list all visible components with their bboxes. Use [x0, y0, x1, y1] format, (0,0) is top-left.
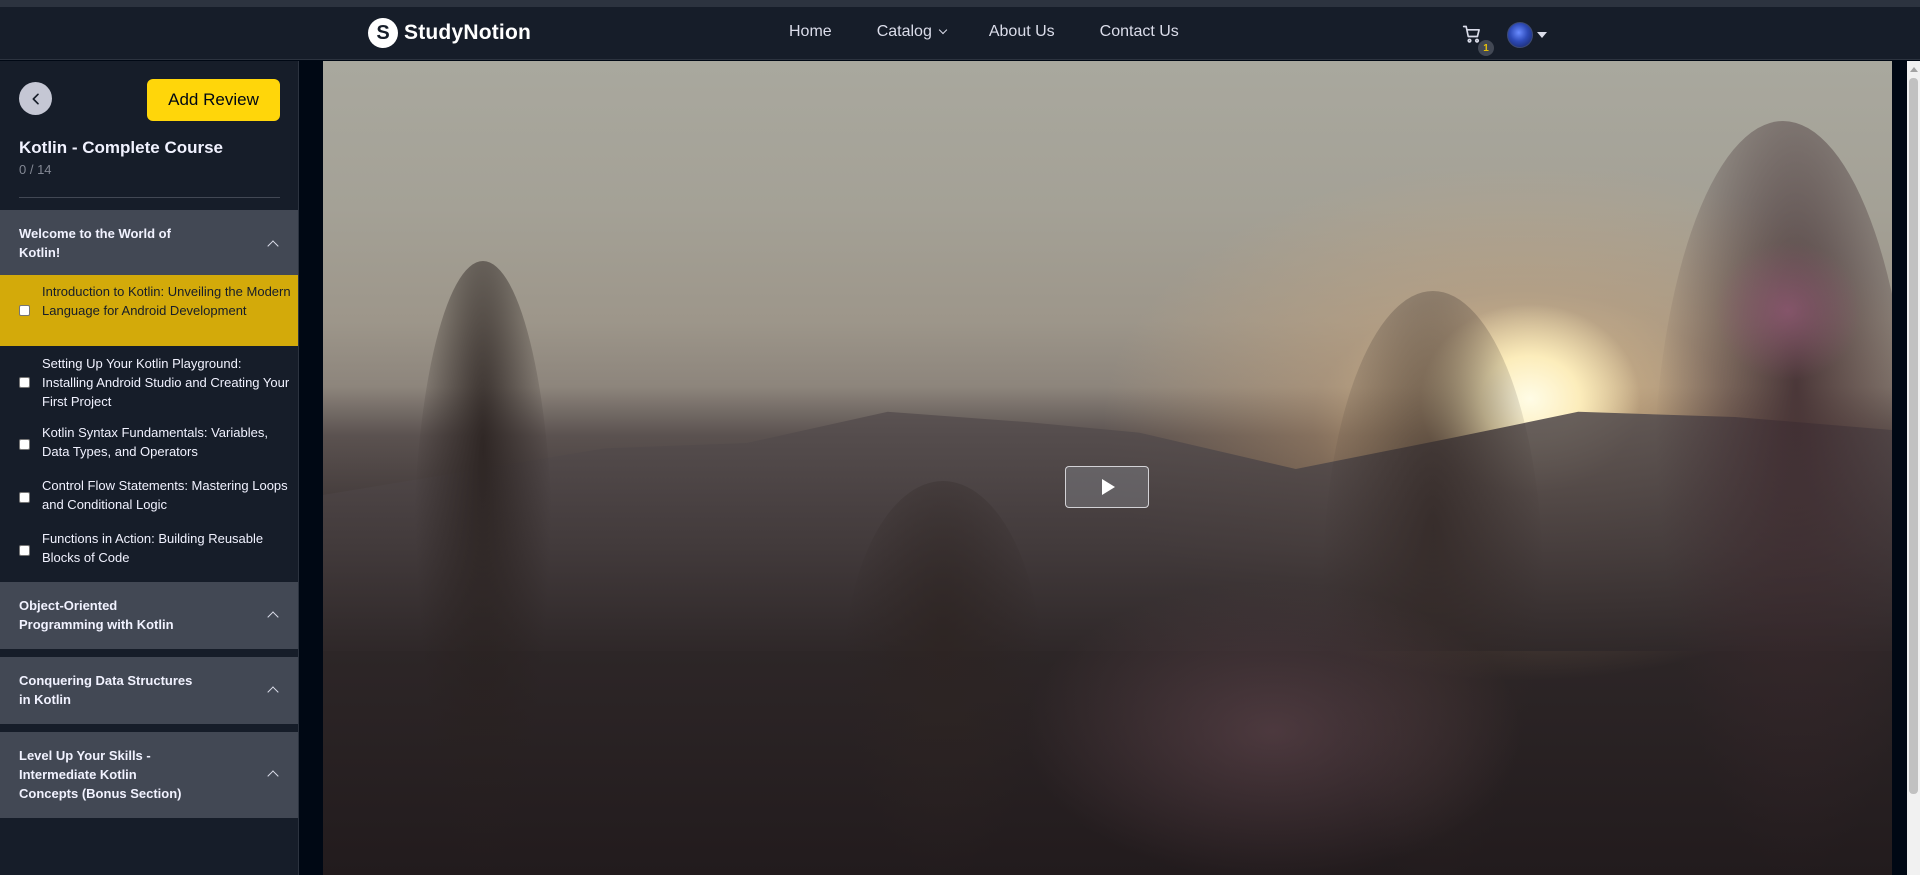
caret-down-icon [1537, 32, 1547, 38]
section-header[interactable]: Object-Oriented Programming with Kotlin [0, 582, 298, 649]
video-frame-plant [413, 261, 553, 875]
lecture-checkbox[interactable] [19, 305, 30, 316]
lecture-item[interactable]: Setting Up Your Kotlin Playground: Insta… [0, 346, 298, 417]
scroll-thumb[interactable] [1909, 78, 1918, 794]
video-frame-flowers [1713, 241, 1863, 381]
chevron-up-icon [267, 611, 279, 623]
course-progress: 0 / 14 [19, 162, 52, 177]
section-title: Object-Oriented Programming with Kotlin [19, 598, 174, 632]
nav-contact[interactable]: Contact Us [1100, 23, 1179, 41]
logo[interactable]: S StudyNotion [368, 17, 531, 49]
lecture-checkbox[interactable] [19, 545, 30, 556]
chevron-down-icon [938, 25, 948, 35]
play-icon [1102, 479, 1115, 495]
chevron-left-icon [32, 93, 39, 104]
video-frame-flowers [1023, 581, 1523, 875]
scroll-up-arrow-icon[interactable] [1910, 67, 1918, 72]
profile-dropdown[interactable] [1507, 22, 1547, 48]
lecture-checkbox[interactable] [19, 377, 30, 388]
lecture-title: Kotlin Syntax Fundamentals: Variables, D… [42, 425, 268, 459]
lecture-checkbox[interactable] [19, 492, 30, 503]
section-header[interactable]: Conquering Data Structures in Kotlin [0, 657, 298, 724]
logo-mark: S [368, 18, 398, 48]
cart-button[interactable]: 1 [1462, 24, 1494, 56]
lecture-item[interactable]: Functions in Action: Building Reusable B… [0, 523, 298, 576]
lecture-title: Functions in Action: Building Reusable B… [42, 531, 264, 565]
lecture-title: Setting Up Your Kotlin Playground: Insta… [42, 356, 290, 409]
nav-catalog[interactable]: Catalog [876, 23, 948, 41]
chevron-up-icon [267, 240, 279, 252]
section-title: Welcome to the World of Kotlin! [19, 226, 171, 260]
cart-count-badge: 1 [1478, 40, 1494, 56]
browser-top-strip [0, 0, 1920, 7]
section-title: Level Up Your Skills - Intermediate Kotl… [19, 748, 182, 801]
page-scrollbar[interactable] [1907, 61, 1920, 875]
course-sidebar: Add Review Kotlin - Complete Course 0 / … [0, 61, 299, 875]
lecture-item[interactable]: Control Flow Statements: Mastering Loops… [0, 470, 298, 523]
nav-home[interactable]: Home [789, 23, 832, 41]
add-review-button[interactable]: Add Review [147, 79, 280, 121]
play-button[interactable] [1065, 466, 1149, 508]
course-title: Kotlin - Complete Course [19, 138, 224, 157]
sidebar-divider [19, 197, 280, 198]
nav-catalog-label: Catalog [876, 23, 932, 40]
section-title: Conquering Data Structures in Kotlin [19, 673, 193, 707]
avatar [1507, 22, 1533, 48]
cart-icon [1462, 25, 1480, 43]
video-frame-plant [843, 481, 1043, 875]
section-header[interactable]: Level Up Your Skills - Intermediate Kotl… [0, 732, 298, 818]
lecture-item[interactable]: Introduction to Kotlin: Unveiling the Mo… [0, 275, 298, 346]
lecture-title: Control Flow Statements: Mastering Loops… [42, 478, 288, 512]
lecture-checkbox[interactable] [19, 439, 30, 450]
section-header[interactable]: Welcome to the World of Kotlin! [0, 210, 298, 278]
brand-name: StudyNotion [404, 21, 532, 44]
lecture-title: Introduction to Kotlin: Unveiling the Mo… [42, 284, 291, 318]
video-player[interactable] [323, 61, 1892, 875]
nav-about[interactable]: About Us [989, 23, 1055, 41]
chevron-up-icon [267, 686, 279, 698]
navbar: S StudyNotion Home Catalog About Us Cont… [0, 7, 1920, 60]
back-button[interactable] [19, 82, 52, 115]
nav-links: Home Catalog About Us Contact Us [789, 23, 1179, 41]
lecture-item[interactable]: Kotlin Syntax Fundamentals: Variables, D… [0, 417, 298, 470]
chevron-up-icon [267, 770, 279, 782]
video-frame-plant [1653, 121, 1892, 875]
